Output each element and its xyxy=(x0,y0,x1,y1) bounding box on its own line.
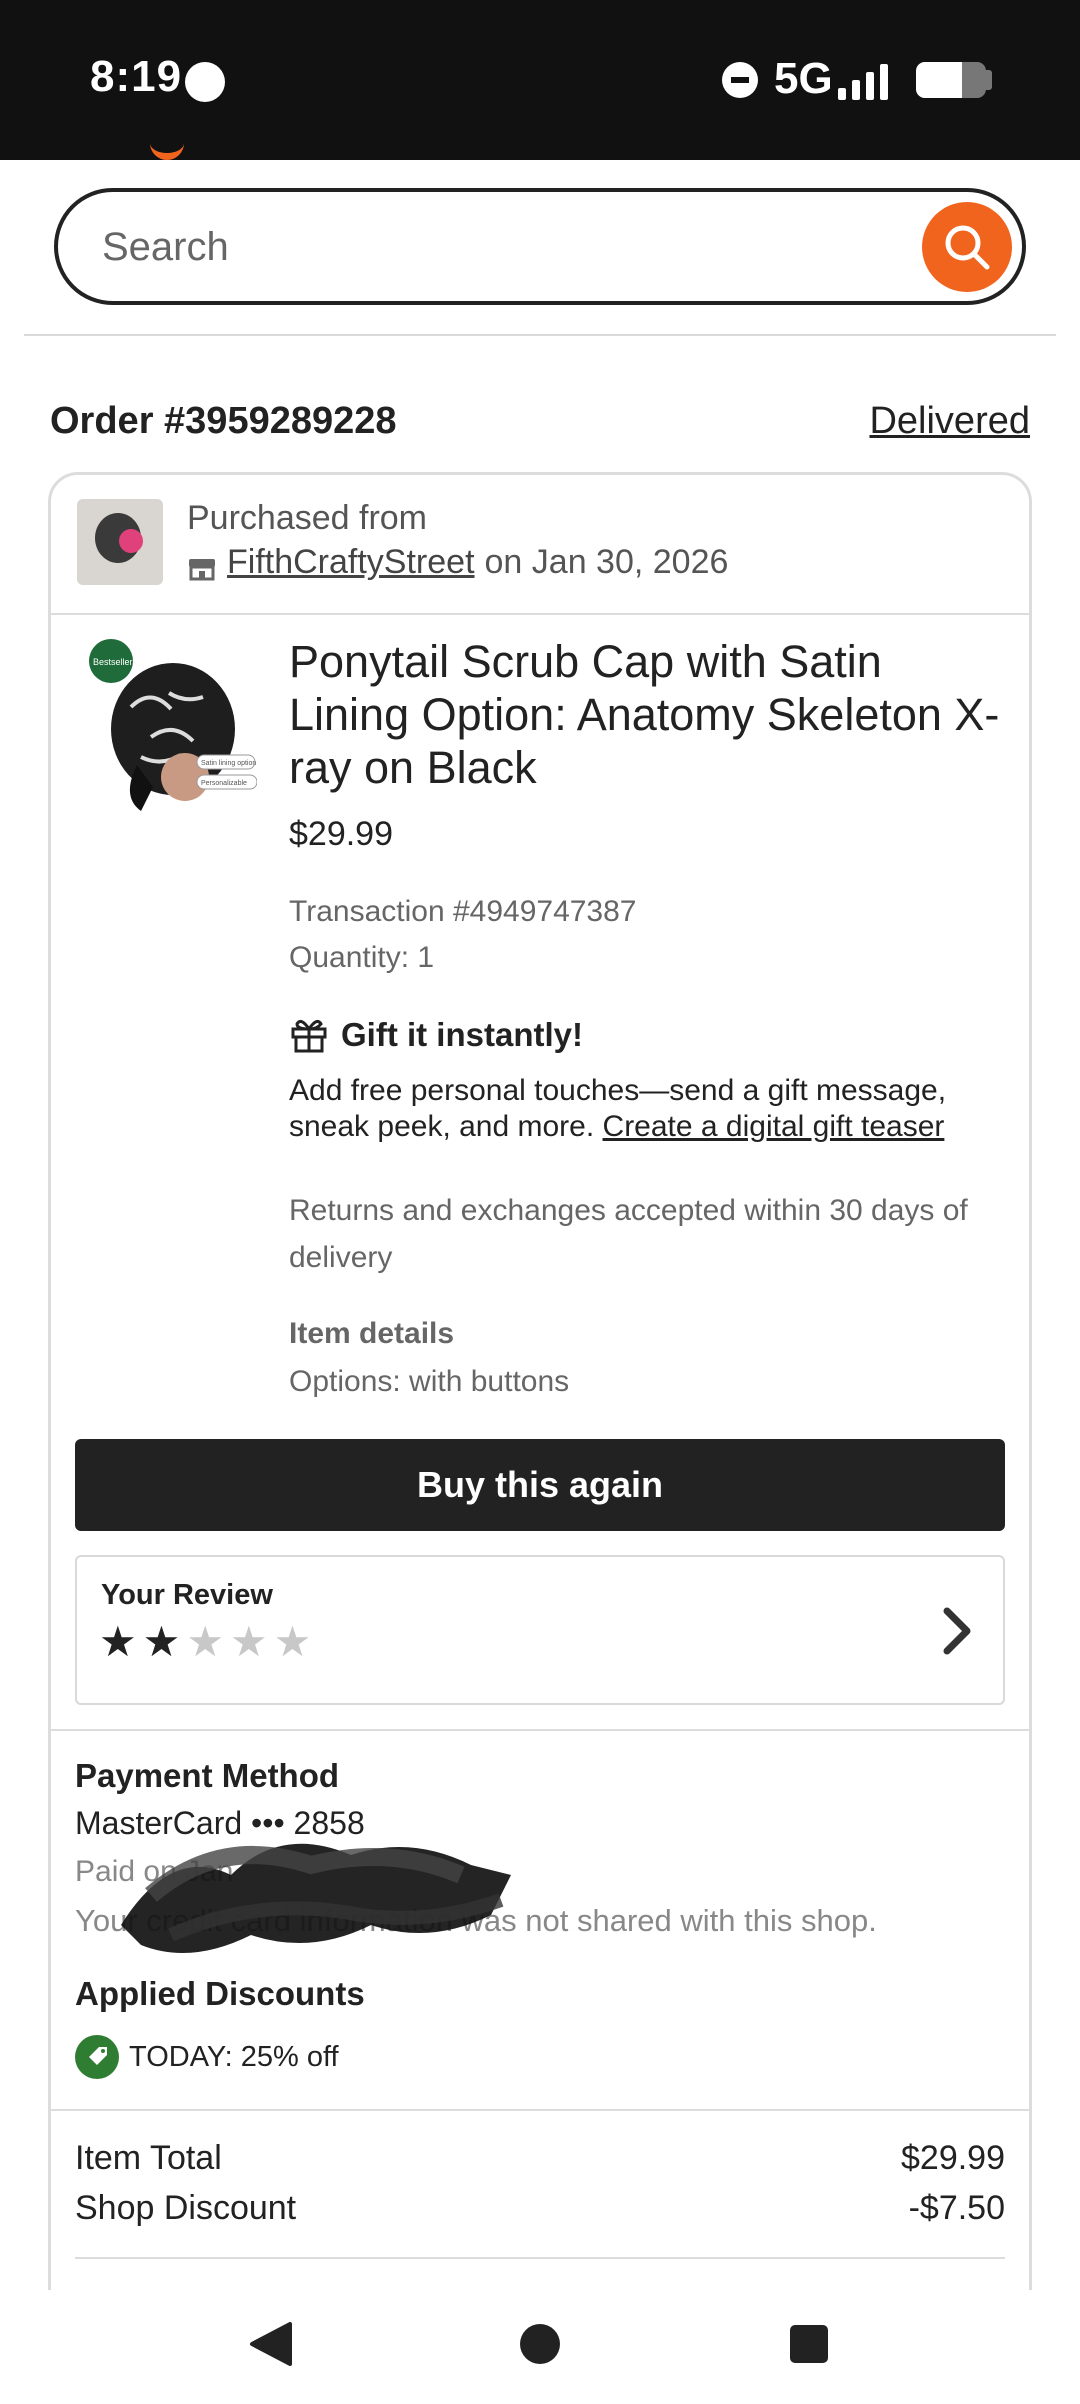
gift-description: Add free personal touches—send a gift me… xyxy=(289,1074,947,1143)
star-empty-icon: ★ xyxy=(186,1618,224,1665)
star-filled-icon: ★ xyxy=(142,1618,181,1665)
gift-heading: Gift it instantly! xyxy=(289,1015,583,1055)
search-button[interactable] xyxy=(922,202,1012,292)
item-total-label: Item Total xyxy=(75,2139,222,2177)
bestseller-badge: Bestseller xyxy=(93,657,133,667)
discount-text: TODAY: 25% off xyxy=(129,2040,339,2073)
card-divider xyxy=(51,2109,1029,2111)
system-nav-bar xyxy=(0,2290,1080,2404)
star-empty-icon: ★ xyxy=(273,1618,312,1665)
card-divider xyxy=(51,613,1029,615)
battery-tip xyxy=(986,70,992,90)
shop-discount-row: Shop Discount -$7.50 xyxy=(75,2189,1005,2228)
svg-text:Satin lining option: Satin lining option xyxy=(201,760,256,767)
svg-text:Personalizable: Personalizable xyxy=(201,780,247,787)
signal-icon xyxy=(838,58,900,100)
payment-heading: Payment Method xyxy=(75,1757,340,1794)
redaction-scribble xyxy=(121,1843,511,1953)
review-box[interactable]: Your Review ★ ★ ★ ★ ★ xyxy=(75,1555,1005,1705)
home-button[interactable] xyxy=(520,2324,560,2364)
item-details-label: Item details xyxy=(289,1317,455,1350)
star-empty-icon: ★ xyxy=(229,1618,268,1665)
transaction-number: Transaction #4949747387 xyxy=(289,895,637,928)
product-image[interactable]: Bestseller Satin lining option Personali… xyxy=(81,637,258,817)
item-options: Options: with buttons xyxy=(289,1365,570,1398)
network-label: 5G xyxy=(774,54,833,103)
search-bar[interactable] xyxy=(54,188,1026,305)
order-card: Purchased from FifthCraftyStreet on Jan … xyxy=(48,472,1032,2404)
purchase-date: on Jan 30, 2026 xyxy=(484,543,729,581)
totals-divider xyxy=(75,2257,1005,2259)
product-price: $29.99 xyxy=(289,815,393,853)
shop-discount-label: Shop Discount xyxy=(75,2189,297,2227)
purchased-from-label: Purchased from xyxy=(187,499,427,537)
recents-button[interactable] xyxy=(790,2325,828,2363)
shop-discount-value: -$7.50 xyxy=(908,2189,1005,2227)
card-divider xyxy=(51,1729,1029,1731)
returns-policy: Returns and exchanges accepted within 30… xyxy=(289,1194,968,1274)
order-number: Order #3959289228 xyxy=(50,400,397,442)
shop-avatar[interactable] xyxy=(77,499,163,585)
search-input[interactable] xyxy=(102,214,902,280)
quantity: Quantity: 1 xyxy=(289,941,435,974)
gift-heading-text: Gift it instantly! xyxy=(341,1016,583,1053)
shop-name-link[interactable]: FifthCraftyStreet xyxy=(227,543,475,582)
status-time: 8:19 xyxy=(90,52,183,101)
item-total-value: $29.99 xyxy=(901,2139,1005,2177)
discounts-heading: Applied Discounts xyxy=(75,1975,365,2012)
star-filled-icon: ★ xyxy=(99,1618,137,1665)
review-stars: ★ ★ ★ ★ ★ xyxy=(99,1621,311,1663)
buy-again-button[interactable]: Buy this again xyxy=(75,1439,1005,1531)
discount-item: TODAY: 25% off xyxy=(75,2035,339,2079)
gift-icon xyxy=(291,1019,327,1053)
battery-icon xyxy=(916,62,986,98)
do-not-disturb-icon xyxy=(722,62,758,98)
review-label: Your Review xyxy=(101,1579,273,1611)
discount-tag-icon xyxy=(75,2035,119,2079)
battery-level xyxy=(916,62,962,98)
header-divider xyxy=(24,334,1056,336)
order-status-link[interactable]: Delivered xyxy=(869,400,1030,443)
notification-dot-icon xyxy=(185,62,225,102)
back-icon[interactable] xyxy=(248,2320,294,2368)
item-total-row: Item Total $29.99 xyxy=(75,2139,1005,2178)
gift-teaser-link[interactable]: Create a digital gift teaser xyxy=(603,1110,945,1143)
store-icon xyxy=(187,551,217,580)
chevron-right-icon xyxy=(943,1607,971,1655)
status-bar: 8:19 5G xyxy=(0,0,1080,160)
product-title[interactable]: Ponytail Scrub Cap with Satin Lining Opt… xyxy=(289,635,1009,794)
search-icon xyxy=(945,225,990,270)
shop-line: FifthCraftyStreet on Jan 30, 2026 xyxy=(187,543,728,582)
